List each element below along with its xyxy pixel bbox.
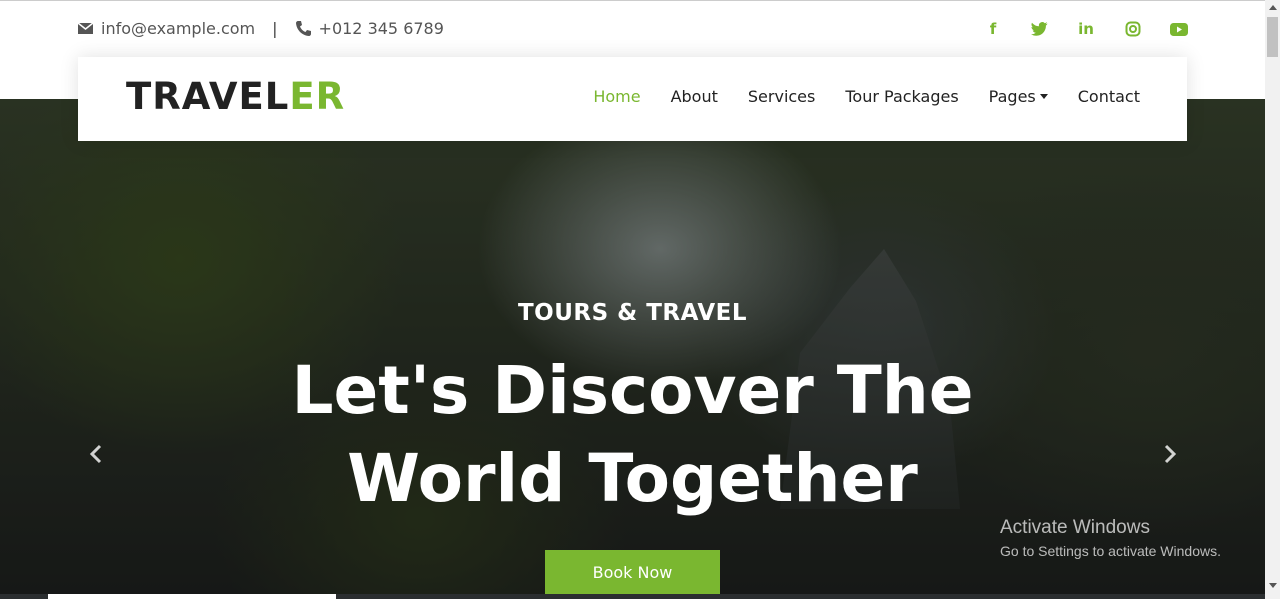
social-links: f in: [982, 18, 1215, 40]
divider: |: [272, 19, 278, 38]
nav-item-contact[interactable]: Contact: [1078, 87, 1140, 106]
scroll-thumb[interactable]: [1267, 17, 1278, 57]
facebook-icon[interactable]: f: [982, 18, 1004, 40]
watermark-line-2: Go to Settings to activate Windows.: [1000, 543, 1221, 559]
chevron-left-icon: [89, 444, 102, 464]
next-section-card: [48, 594, 336, 599]
hero-carousel: TOURS & TRAVEL Let's Discover The World …: [0, 99, 1265, 594]
phone-text[interactable]: +012 345 6789: [319, 19, 444, 38]
nav-item-about[interactable]: About: [671, 87, 718, 106]
logo-main: TRAVEL: [126, 75, 290, 118]
hero-title-line-2: World Together: [347, 440, 918, 517]
next-section-edge: [0, 594, 1265, 599]
linkedin-icon[interactable]: in: [1075, 18, 1097, 40]
carousel-next-button[interactable]: [1148, 432, 1192, 476]
watermark-line-1: Activate Windows: [1000, 517, 1150, 538]
main-navbar: TRAVELER Home About Services Tour Packag…: [78, 57, 1187, 141]
logo-accent: ER: [289, 75, 346, 118]
book-now-button[interactable]: Book Now: [545, 550, 720, 594]
scroll-up-icon[interactable]: [1265, 0, 1280, 15]
site-logo[interactable]: TRAVELER: [126, 75, 345, 118]
page-scrollbar[interactable]: [1265, 0, 1280, 599]
nav-item-tour-packages[interactable]: Tour Packages: [845, 87, 958, 106]
caret-down-icon: [1039, 94, 1048, 99]
nav-item-home[interactable]: Home: [593, 87, 640, 106]
chevron-right-icon: [1164, 444, 1177, 464]
scroll-down-icon[interactable]: [1265, 578, 1280, 593]
hero-title: Let's Discover The World Together: [0, 347, 1265, 523]
activate-windows-watermark: Activate Windows Go to Settings to activ…: [1000, 517, 1221, 559]
twitter-icon[interactable]: [1029, 18, 1051, 40]
youtube-icon[interactable]: [1168, 18, 1190, 40]
hero-subtitle: TOURS & TRAVEL: [517, 300, 748, 326]
phone-icon: [295, 20, 312, 37]
nav-item-pages[interactable]: Pages: [989, 87, 1048, 106]
contact-info: info@example.com | +012 345 6789: [77, 19, 444, 38]
hero-title-line-1: Let's Discover The: [291, 352, 974, 429]
nav-menu: Home About Services Tour Packages Pages …: [563, 87, 1140, 106]
nav-item-services[interactable]: Services: [748, 87, 815, 106]
envelope-icon: [77, 20, 94, 37]
nav-item-pages-label: Pages: [988, 87, 1036, 106]
carousel-prev-button[interactable]: [74, 432, 118, 476]
instagram-icon[interactable]: [1122, 18, 1144, 40]
email-text[interactable]: info@example.com: [101, 19, 255, 38]
